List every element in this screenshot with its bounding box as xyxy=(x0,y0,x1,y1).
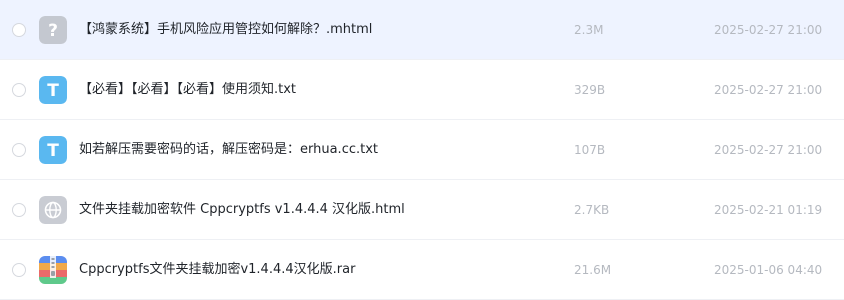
icon-glyph: T xyxy=(47,81,59,101)
file-name[interactable]: 【鸿蒙系统】手机风险应用管控如何解除？.mhtml xyxy=(79,0,372,60)
file-date: 2025-02-27 21:00 xyxy=(714,23,823,37)
file-date: 2025-02-27 21:00 xyxy=(714,83,823,97)
file-size: 2.7KB xyxy=(574,203,610,217)
text-file-icon: T xyxy=(39,136,67,164)
file-name[interactable]: 【必看】【必看】【必看】使用须知.txt xyxy=(79,60,296,120)
file-name[interactable]: 如若解压需要密码的话，解压密码是：erhua.cc.txt xyxy=(79,120,378,180)
file-date: 2025-02-27 21:00 xyxy=(714,143,823,157)
file-row[interactable]: 文件夹挂载加密软件 Cppcryptfs v1.4.4.4 汉化版.html 2… xyxy=(0,180,844,240)
icon-glyph: T xyxy=(47,141,59,161)
file-name[interactable]: Cppcryptfs文件夹挂载加密v1.4.4.4汉化版.rar xyxy=(79,240,355,300)
text-file-icon: T xyxy=(39,76,67,104)
row-checkbox[interactable] xyxy=(12,143,26,157)
row-checkbox[interactable] xyxy=(12,83,26,97)
file-size: 21.6M xyxy=(574,263,612,277)
row-checkbox[interactable] xyxy=(12,203,26,217)
file-size: 329B xyxy=(574,83,606,97)
file-row[interactable]: Cppcryptfs文件夹挂载加密v1.4.4.4汉化版.rar 21.6M 2… xyxy=(0,240,844,300)
archive-file-icon xyxy=(39,256,67,284)
file-date: 2025-01-06 04:40 xyxy=(714,263,823,277)
file-size: 107B xyxy=(574,143,606,157)
unknown-file-icon: ? xyxy=(39,16,67,44)
file-name[interactable]: 文件夹挂载加密软件 Cppcryptfs v1.4.4.4 汉化版.html xyxy=(79,180,405,240)
file-size: 2.3M xyxy=(574,23,604,37)
file-row[interactable]: ? 【鸿蒙系统】手机风险应用管控如何解除？.mhtml 2.3M 2025-02… xyxy=(0,0,844,60)
file-row[interactable]: T 如若解压需要密码的话，解压密码是：erhua.cc.txt 107B 202… xyxy=(0,120,844,180)
web-file-icon xyxy=(39,196,67,224)
file-row[interactable]: T 【必看】【必看】【必看】使用须知.txt 329B 2025-02-27 2… xyxy=(0,60,844,120)
icon-glyph: ? xyxy=(48,21,58,41)
row-checkbox[interactable] xyxy=(12,263,26,277)
file-list: ? 【鸿蒙系统】手机风险应用管控如何解除？.mhtml 2.3M 2025-02… xyxy=(0,0,844,300)
row-checkbox[interactable] xyxy=(12,23,26,37)
file-date: 2025-02-21 01:19 xyxy=(714,203,823,217)
